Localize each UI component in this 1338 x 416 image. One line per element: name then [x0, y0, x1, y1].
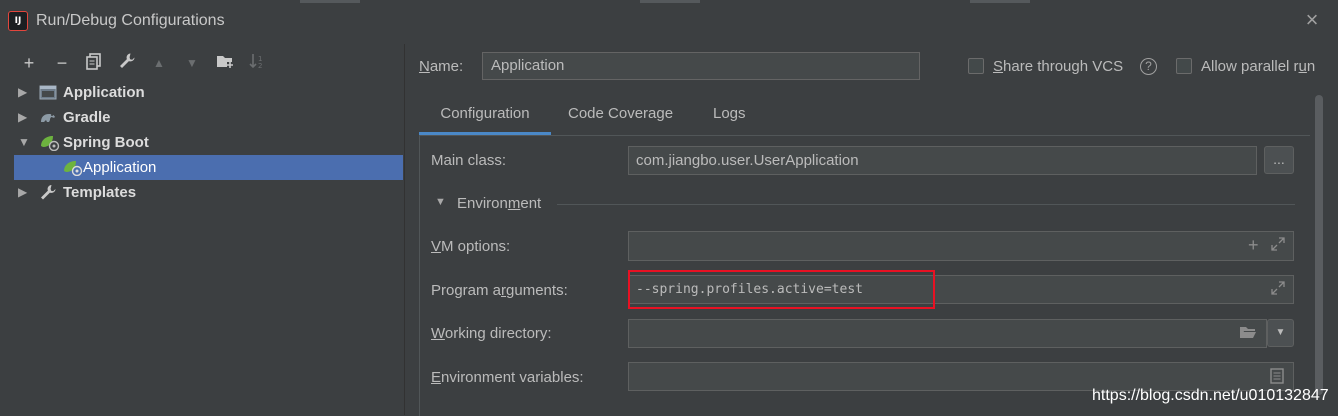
share-vcs-checkbox[interactable]: [968, 58, 984, 74]
background-window-sliver: [300, 0, 360, 3]
sort-button[interactable]: 12: [246, 52, 268, 74]
share-vcs-label[interactable]: Share through VCS: [993, 58, 1123, 75]
remove-configuration-button[interactable]: −: [51, 52, 73, 74]
scrollbar[interactable]: [1313, 95, 1325, 415]
vm-options-label: VM options:: [431, 238, 511, 255]
tree-item-label: Application: [63, 84, 145, 101]
collapse-arrow-icon[interactable]: ▼: [18, 130, 30, 155]
main-class-value: com.jiangbo.user.UserApplication: [636, 152, 859, 169]
window-title: Run/Debug Configurations: [36, 12, 225, 29]
move-up-button[interactable]: ▲: [148, 52, 170, 74]
allow-parallel-run-label[interactable]: Allow parallel run: [1201, 58, 1315, 75]
plus-icon[interactable]: +: [1248, 236, 1259, 254]
tree-item-label: Application: [83, 159, 157, 176]
allow-parallel-run-checkbox[interactable]: [1176, 58, 1192, 74]
tree-item-spring-application[interactable]: Application: [14, 155, 403, 180]
working-directory-dropdown[interactable]: ▼: [1267, 319, 1294, 347]
gradle-icon: [39, 109, 57, 126]
tab-logs[interactable]: Logs: [713, 95, 746, 133]
folder-icon[interactable]: [1239, 325, 1257, 344]
background-window-sliver: [640, 0, 700, 3]
working-directory-field[interactable]: [628, 319, 1267, 348]
tab-configuration[interactable]: Configuration: [419, 95, 551, 135]
chevron-down-icon: ▼: [1275, 327, 1286, 338]
config-tabs: Configuration Code Coverage Logs: [419, 95, 1309, 135]
folder-plus-icon: [217, 56, 233, 68]
move-down-button[interactable]: ▼: [181, 52, 203, 74]
svg-text:2: 2: [258, 62, 262, 70]
expand-icon[interactable]: [1271, 237, 1285, 255]
new-folder-button[interactable]: [214, 52, 236, 74]
configuration-tree: ▶ Application ▶ Gradle ▼ Spring Boot App…: [14, 80, 404, 415]
environment-variables-label: Environment variables:: [431, 369, 584, 386]
expand-icon[interactable]: [1271, 281, 1285, 299]
program-arguments-label: Program arguments:: [431, 282, 568, 299]
add-configuration-button[interactable]: +: [18, 52, 40, 74]
main-class-field[interactable]: com.jiangbo.user.UserApplication: [628, 146, 1257, 175]
sort-icon: 12: [249, 54, 262, 70]
spring-boot-icon: [39, 134, 60, 152]
wrench-icon: [120, 53, 135, 68]
browse-main-class-button[interactable]: ...: [1264, 146, 1294, 174]
tree-item-spring-boot[interactable]: ▼ Spring Boot: [14, 130, 403, 155]
tree-item-gradle[interactable]: ▶ Gradle: [14, 105, 403, 130]
edit-defaults-button[interactable]: [116, 52, 138, 74]
panel-splitter[interactable]: [404, 44, 405, 415]
application-icon: [39, 84, 57, 101]
background-window-sliver: [970, 0, 1030, 3]
name-input[interactable]: Application: [482, 52, 920, 80]
watermark-text: https://blog.csdn.net/u010132847: [1092, 387, 1329, 404]
document-icon[interactable]: [1270, 368, 1284, 388]
close-icon[interactable]: ×: [1300, 8, 1324, 32]
wrench-icon: [39, 184, 57, 201]
expand-arrow-icon[interactable]: ▶: [18, 180, 30, 205]
collapse-arrow-icon[interactable]: ▼: [435, 196, 446, 208]
tree-item-label: Spring Boot: [63, 134, 149, 151]
tree-item-templates[interactable]: ▶ Templates: [14, 180, 403, 205]
spring-boot-icon: [62, 159, 83, 177]
tree-item-application[interactable]: ▶ Application: [14, 80, 403, 105]
copy-configuration-button[interactable]: [83, 52, 105, 74]
expand-arrow-icon[interactable]: ▶: [18, 105, 30, 130]
working-directory-label: Working directory:: [431, 325, 552, 342]
tree-item-label: Templates: [63, 184, 137, 201]
help-icon[interactable]: ?: [1140, 58, 1157, 75]
main-class-label: Main class:: [431, 152, 507, 169]
copy-icon: [86, 53, 101, 70]
intellij-logo-icon: IJ: [8, 11, 28, 31]
highlight-annotation-box: [628, 270, 935, 309]
vm-options-field[interactable]: +: [628, 231, 1294, 261]
section-separator: [557, 204, 1295, 205]
tree-item-label: Gradle: [63, 109, 111, 126]
name-label: Name:: [419, 58, 464, 75]
tab-code-coverage[interactable]: Code Coverage: [568, 95, 673, 133]
expand-arrow-icon[interactable]: ▶: [18, 80, 30, 105]
scrollbar-thumb[interactable]: [1315, 95, 1323, 395]
environment-section-header[interactable]: Environment: [457, 195, 541, 212]
